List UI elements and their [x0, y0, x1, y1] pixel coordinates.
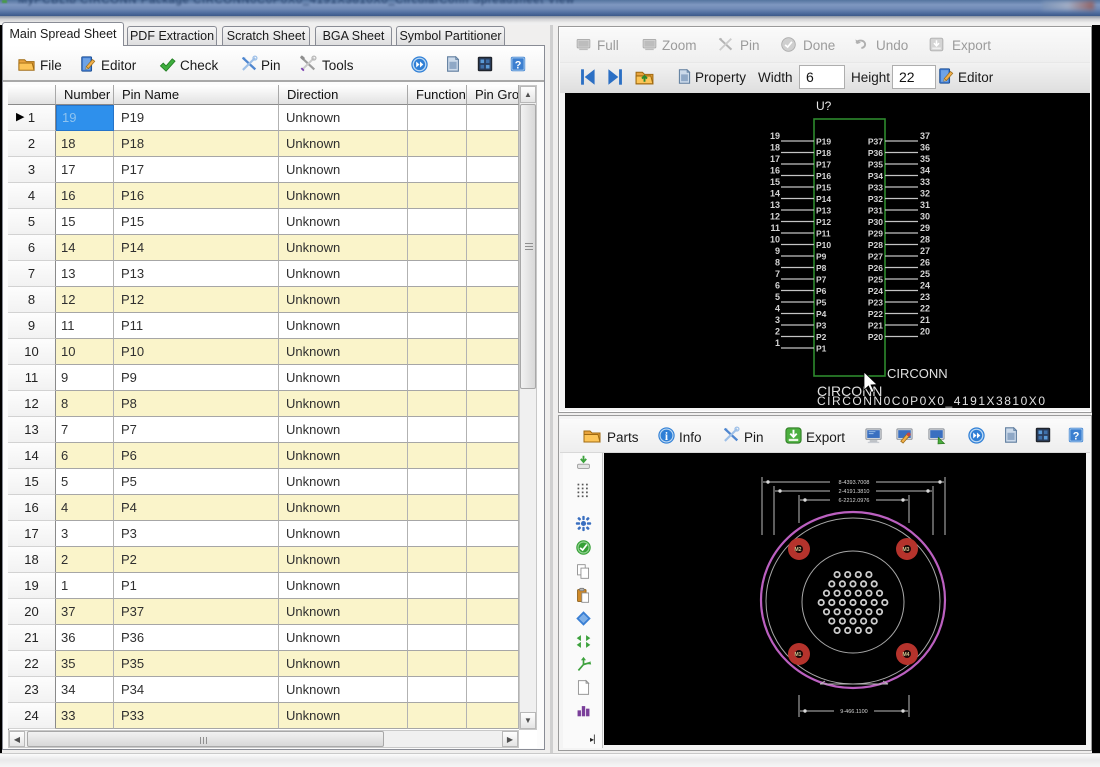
- svg-text:P8: P8: [816, 263, 827, 273]
- svg-text:P4: P4: [816, 309, 827, 319]
- svg-text:P5: P5: [816, 298, 827, 308]
- svg-text:P14: P14: [816, 194, 831, 204]
- svg-text:29: 29: [920, 223, 930, 233]
- svg-text:P36: P36: [868, 148, 883, 158]
- svg-text:6-2212.0976: 6-2212.0976: [839, 498, 870, 504]
- svg-text:P24: P24: [868, 286, 883, 296]
- svg-text:6: 6: [775, 281, 780, 291]
- svg-text:P7: P7: [816, 275, 827, 285]
- svg-text:P35: P35: [868, 160, 883, 170]
- svg-text:27: 27: [920, 246, 930, 256]
- svg-text:8: 8: [775, 258, 780, 268]
- svg-text:?: ?: [515, 60, 522, 72]
- svg-text:P29: P29: [868, 229, 883, 239]
- svg-text:P26: P26: [868, 263, 883, 273]
- svg-text:P11: P11: [816, 229, 831, 239]
- svg-text:2: 2: [775, 327, 780, 337]
- svg-text:22: 22: [920, 304, 930, 314]
- svg-text:P12: P12: [816, 217, 831, 227]
- svg-text:M3: M3: [903, 547, 910, 553]
- svg-text:1: 1: [775, 338, 780, 348]
- svg-text:18: 18: [770, 143, 780, 153]
- svg-text:P3: P3: [816, 321, 827, 331]
- svg-text:P37: P37: [868, 137, 883, 147]
- svg-text:P19: P19: [816, 137, 831, 147]
- svg-text:P16: P16: [816, 171, 831, 181]
- svg-text:M4: M4: [903, 652, 910, 658]
- svg-text:9: 9: [775, 246, 780, 256]
- svg-text:P34: P34: [868, 171, 883, 181]
- svg-text:P30: P30: [868, 217, 883, 227]
- svg-text:26: 26: [920, 258, 930, 268]
- svg-text:35: 35: [920, 154, 930, 164]
- svg-text:14: 14: [770, 189, 780, 199]
- svg-text:36: 36: [920, 143, 930, 153]
- svg-text:M1: M1: [795, 652, 802, 658]
- svg-text:P27: P27: [868, 252, 883, 262]
- svg-text:U?: U?: [816, 99, 832, 113]
- svg-text:23: 23: [920, 292, 930, 302]
- svg-text:3: 3: [775, 315, 780, 325]
- svg-text:P1: P1: [816, 344, 827, 354]
- svg-text:P20: P20: [868, 332, 883, 342]
- svg-text:P21: P21: [868, 321, 883, 331]
- svg-text:11: 11: [770, 223, 780, 233]
- svg-text:?: ?: [1073, 431, 1080, 443]
- svg-text:33: 33: [920, 177, 930, 187]
- svg-text:P25: P25: [868, 275, 883, 285]
- svg-text:CIRCONN: CIRCONN: [887, 366, 948, 381]
- svg-text:P10: P10: [816, 240, 831, 250]
- svg-text:32: 32: [920, 189, 930, 199]
- svg-text:P15: P15: [816, 183, 831, 193]
- svg-text:15: 15: [770, 177, 780, 187]
- svg-text:37: 37: [920, 131, 930, 141]
- svg-text:M2: M2: [795, 547, 802, 553]
- svg-text:P23: P23: [868, 298, 883, 308]
- svg-text:17: 17: [770, 154, 780, 164]
- svg-text:16: 16: [770, 166, 780, 176]
- svg-text:34: 34: [920, 166, 930, 176]
- svg-text:24: 24: [920, 281, 930, 291]
- svg-text:4: 4: [775, 304, 780, 314]
- svg-text:21: 21: [920, 315, 930, 325]
- svg-text:P18: P18: [816, 148, 831, 158]
- svg-text:10: 10: [770, 235, 780, 245]
- svg-text:P28: P28: [868, 240, 883, 250]
- svg-text:P13: P13: [816, 206, 831, 216]
- svg-text:P22: P22: [868, 309, 883, 319]
- svg-text:5: 5: [775, 292, 780, 302]
- svg-text:30: 30: [920, 212, 930, 222]
- svg-text:P17: P17: [816, 160, 831, 170]
- svg-text:P32: P32: [868, 194, 883, 204]
- svg-text:P6: P6: [816, 286, 827, 296]
- svg-text:19: 19: [770, 131, 780, 141]
- svg-text:13: 13: [770, 200, 780, 210]
- svg-text:25: 25: [920, 269, 930, 279]
- svg-text:i: i: [665, 431, 668, 443]
- svg-text:P33: P33: [868, 183, 883, 193]
- svg-text:9-466.1100: 9-466.1100: [840, 709, 867, 715]
- svg-text:P31: P31: [868, 206, 883, 216]
- svg-text:7: 7: [775, 269, 780, 279]
- svg-text:2-4191.3810: 2-4191.3810: [839, 489, 870, 495]
- svg-text:8-4393.7008: 8-4393.7008: [839, 480, 870, 486]
- svg-text:31: 31: [920, 200, 930, 210]
- svg-text:P9: P9: [816, 252, 827, 262]
- svg-text:28: 28: [920, 235, 930, 245]
- svg-text:12: 12: [770, 212, 780, 222]
- svg-text:20: 20: [920, 327, 930, 337]
- svg-text:P2: P2: [816, 332, 827, 342]
